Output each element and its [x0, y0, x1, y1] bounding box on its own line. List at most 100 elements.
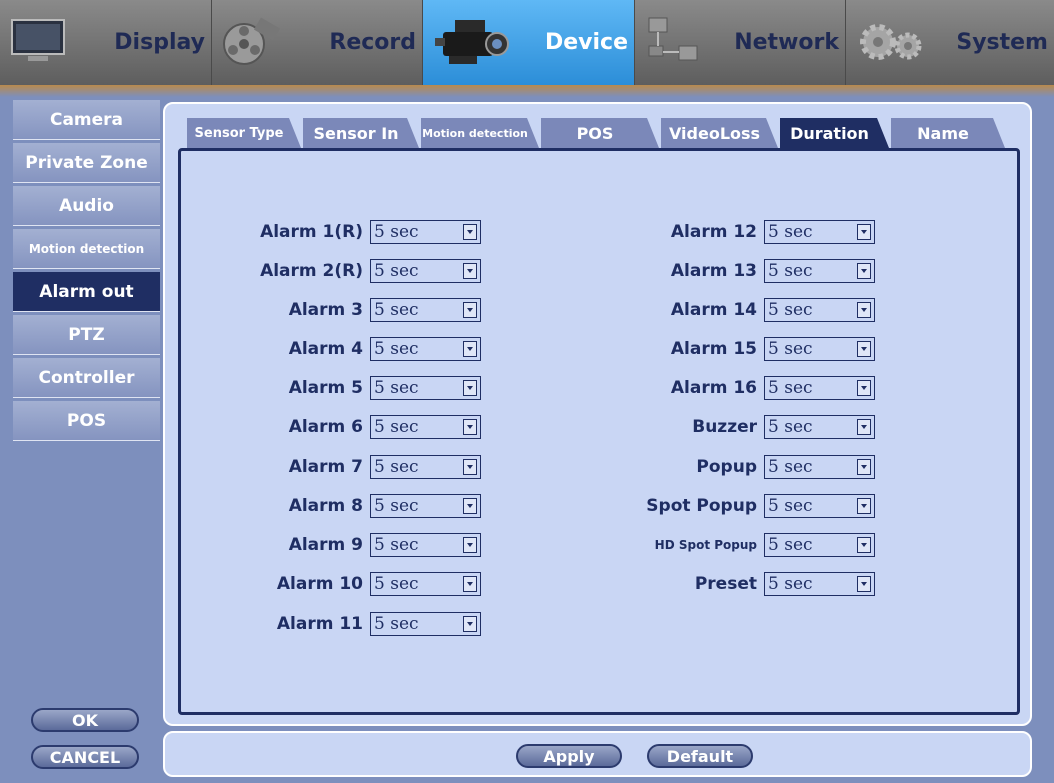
alarm-row: Spot Popup 5 sec [610, 493, 875, 519]
duration-select[interactable]: 5 sec [370, 494, 481, 518]
duration-select[interactable]: 5 sec [370, 533, 481, 557]
video-camera-icon [433, 14, 513, 76]
sidebar: Camera Private Zone Audio Motion detecti… [13, 100, 160, 444]
duration-select[interactable]: 5 sec [764, 220, 875, 244]
duration-select[interactable]: 5 sec [764, 494, 875, 518]
tab-motion-detection[interactable]: Motion detection [421, 118, 539, 148]
alarm-row: Alarm 4 5 sec [218, 336, 481, 362]
alarm-row: Alarm 2(R) 5 sec [218, 258, 481, 284]
chevron-down-icon [857, 576, 871, 592]
alarm-label: Alarm 14 [670, 300, 757, 320]
alarm-row: Alarm 1(R) 5 sec [218, 219, 481, 245]
sub-tab-bar: Sensor Type Sensor In Motion detection P… [187, 118, 1007, 148]
tab-sensor-in[interactable]: Sensor In [303, 118, 419, 148]
sidebar-item-camera[interactable]: Camera [13, 100, 160, 140]
tab-system[interactable]: System [846, 0, 1054, 85]
duration-select[interactable]: 5 sec [764, 259, 875, 283]
duration-value: 5 sec [374, 535, 419, 555]
duration-value: 5 sec [374, 496, 419, 516]
duration-value: 5 sec [374, 574, 419, 594]
alarm-label: Alarm 10 [276, 574, 363, 594]
tab-sensor-type[interactable]: Sensor Type [187, 118, 301, 148]
chevron-down-icon [463, 459, 477, 475]
duration-select[interactable]: 5 sec [370, 220, 481, 244]
sidebar-item-ptz[interactable]: PTZ [13, 315, 160, 355]
tab-name[interactable]: Name [891, 118, 1005, 148]
duration-select[interactable]: 5 sec [764, 572, 875, 596]
default-button[interactable]: Default [647, 744, 753, 768]
tab-videoloss[interactable]: VideoLoss [661, 118, 778, 148]
alarm-label: Alarm 5 [288, 378, 363, 398]
alarm-row: Alarm 11 5 sec [218, 611, 481, 637]
duration-select[interactable]: 5 sec [764, 376, 875, 400]
tab-display[interactable]: Display [0, 0, 212, 85]
alarm-label: Buzzer [692, 417, 757, 437]
tab-record[interactable]: Record [212, 0, 423, 85]
duration-value: 5 sec [374, 222, 419, 242]
apply-button[interactable]: Apply [516, 744, 622, 768]
chevron-down-icon [463, 576, 477, 592]
duration-select[interactable]: 5 sec [370, 612, 481, 636]
chevron-down-icon [857, 419, 871, 435]
duration-select[interactable]: 5 sec [370, 376, 481, 400]
film-reel-icon [222, 14, 282, 74]
alarm-label: Alarm 16 [670, 378, 757, 398]
alarm-row: Alarm 14 5 sec [610, 297, 875, 323]
duration-select[interactable]: 5 sec [370, 298, 481, 322]
duration-value: 5 sec [768, 300, 813, 320]
alarm-label: Preset [694, 574, 757, 594]
alarm-label: Alarm 8 [288, 496, 363, 516]
chevron-down-icon [857, 302, 871, 318]
alarm-label: Alarm 15 [670, 339, 757, 359]
duration-select[interactable]: 5 sec [764, 298, 875, 322]
alarm-row: Alarm 10 5 sec [218, 571, 481, 597]
duration-select[interactable]: 5 sec [370, 455, 481, 479]
duration-value: 5 sec [768, 574, 813, 594]
alarm-label: Spot Popup [646, 496, 757, 516]
duration-value: 5 sec [768, 457, 813, 477]
alarm-label: Alarm 2(R) [260, 261, 363, 281]
sidebar-item-controller[interactable]: Controller [13, 358, 160, 398]
duration-value: 5 sec [374, 417, 419, 437]
gears-icon [856, 14, 928, 74]
duration-select[interactable]: 5 sec [764, 337, 875, 361]
alarm-row: Alarm 7 5 sec [218, 454, 481, 480]
sidebar-item-motion-detection[interactable]: Motion detection [13, 229, 160, 269]
cancel-button[interactable]: CANCEL [31, 745, 139, 769]
alarm-row: Alarm 8 5 sec [218, 493, 481, 519]
alarm-row: Alarm 9 5 sec [218, 532, 481, 558]
alarm-label: Alarm 6 [288, 417, 363, 437]
duration-select[interactable]: 5 sec [370, 415, 481, 439]
tab-device[interactable]: Device [423, 0, 635, 85]
duration-select[interactable]: 5 sec [764, 533, 875, 557]
duration-select[interactable]: 5 sec [764, 455, 875, 479]
alarm-row: Alarm 15 5 sec [610, 336, 875, 362]
alarm-label: Popup [696, 457, 757, 477]
alarm-row: Popup 5 sec [610, 454, 875, 480]
chevron-down-icon [463, 537, 477, 553]
chevron-down-icon [857, 224, 871, 240]
alarm-row: HD Spot Popup 5 sec [610, 532, 875, 558]
monitor-icon [10, 14, 68, 68]
alarm-label: HD Spot Popup [654, 538, 757, 552]
alarm-label: Alarm 9 [288, 535, 363, 555]
duration-value: 5 sec [374, 614, 419, 634]
chevron-down-icon [857, 341, 871, 357]
tab-network[interactable]: Network [635, 0, 846, 85]
alarm-row: Alarm 3 5 sec [218, 297, 481, 323]
duration-select[interactable]: 5 sec [370, 259, 481, 283]
sidebar-item-pos[interactable]: POS [13, 401, 160, 441]
sidebar-item-audio[interactable]: Audio [13, 186, 160, 226]
duration-value: 5 sec [768, 222, 813, 242]
alarm-row: Preset 5 sec [610, 571, 875, 597]
duration-select[interactable]: 5 sec [370, 337, 481, 361]
ok-button[interactable]: OK [31, 708, 139, 732]
sidebar-item-alarm-out[interactable]: Alarm out [13, 272, 160, 312]
duration-value: 5 sec [374, 261, 419, 281]
tab-duration[interactable]: Duration [780, 118, 889, 148]
duration-select[interactable]: 5 sec [764, 415, 875, 439]
tab-pos[interactable]: POS [541, 118, 659, 148]
sidebar-item-private-zone[interactable]: Private Zone [13, 143, 160, 183]
duration-select[interactable]: 5 sec [370, 572, 481, 596]
network-icon [645, 14, 705, 74]
